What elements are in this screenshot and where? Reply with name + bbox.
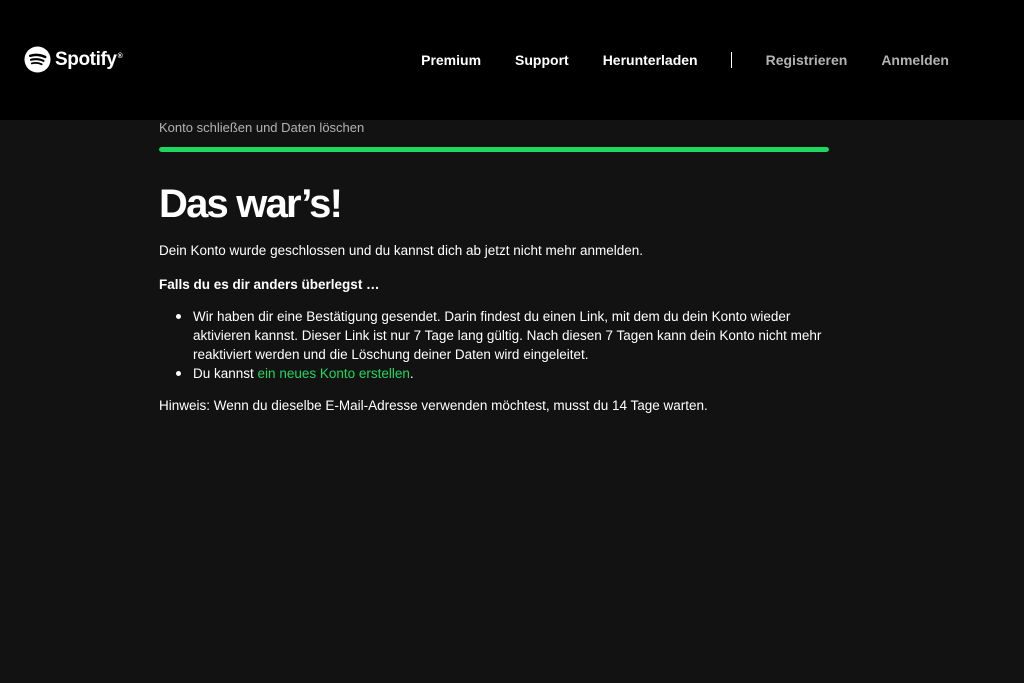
nav-login[interactable]: Anmelden: [881, 52, 949, 68]
progress-fill: [159, 147, 829, 152]
info-list: Wir haben dir eine Bestätigung gesendet.…: [159, 307, 833, 383]
nav-premium[interactable]: Premium: [421, 52, 481, 68]
page: Spotify® Premium Support Herunterladen R…: [0, 0, 1024, 683]
logo-wordmark: Spotify®: [55, 49, 123, 70]
progress-bar: [159, 147, 829, 152]
main-nav: Premium Support Herunterladen Registrier…: [421, 50, 949, 70]
top-header: Spotify® Premium Support Herunterladen R…: [0, 0, 1024, 120]
list-item-suffix: .: [409, 366, 414, 381]
breadcrumb: Konto schließen und Daten löschen: [159, 120, 365, 135]
spotify-logo[interactable]: Spotify®: [24, 46, 123, 73]
spotify-logo-icon: [24, 46, 51, 73]
nav-divider: [730, 52, 732, 68]
list-item-text: Wir haben dir eine Bestätigung gesendet.…: [193, 309, 822, 362]
subheading: Falls du es dir anders überlegst …: [159, 277, 380, 292]
nav-support[interactable]: Support: [515, 52, 569, 68]
nav-download[interactable]: Herunterladen: [603, 52, 698, 68]
create-account-link[interactable]: ein neues Konto erstellen: [258, 366, 410, 381]
list-item-prefix: Du kannst: [193, 366, 258, 381]
list-item-confirmation: Wir haben dir eine Bestätigung gesendet.…: [176, 307, 833, 364]
confirmation-text: Dein Konto wurde geschlossen und du kann…: [159, 243, 644, 258]
nav-signup[interactable]: Registrieren: [766, 52, 848, 68]
hint-text: Hinweis: Wenn du dieselbe E-Mail-Adresse…: [159, 398, 708, 413]
list-item-new-account: Du kannst ein neues Konto erstellen.: [176, 364, 833, 383]
page-title: Das war’s!: [159, 182, 343, 226]
